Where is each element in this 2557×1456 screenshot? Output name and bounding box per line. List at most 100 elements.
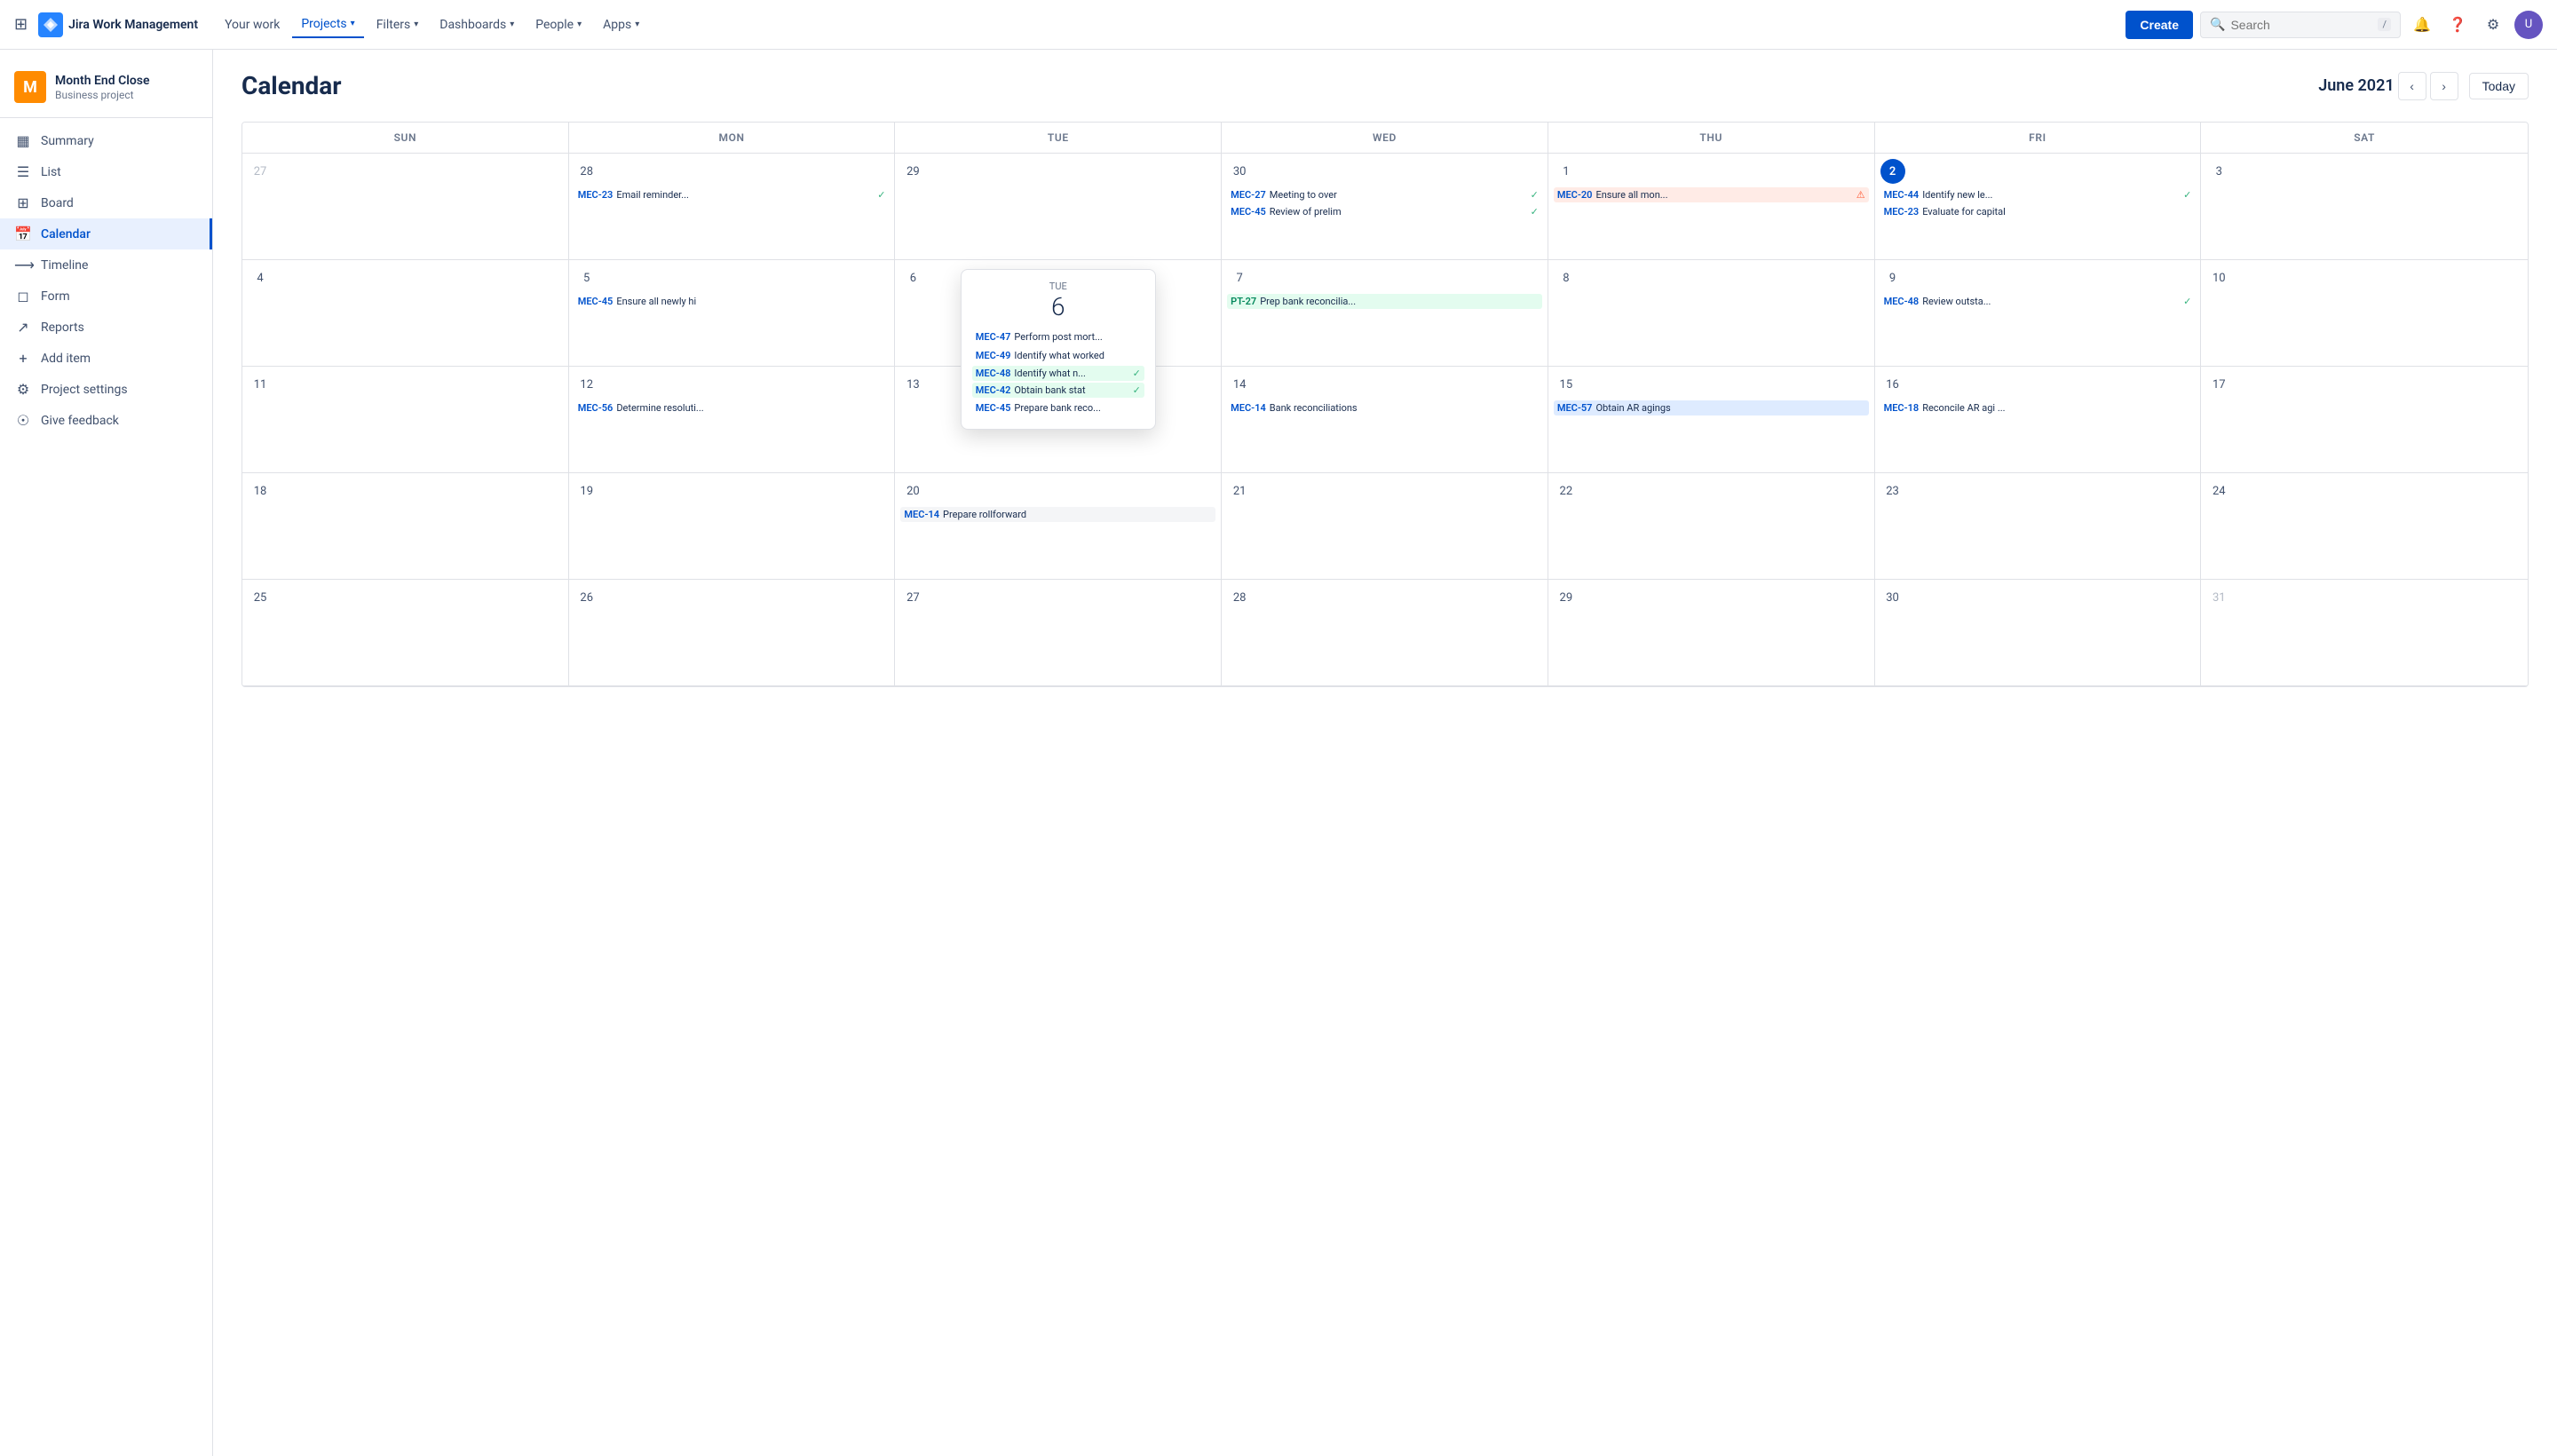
next-month-button[interactable]: › xyxy=(2430,72,2458,100)
cal-cell[interactable]: 29 xyxy=(895,154,1222,260)
popup-event[interactable]: MEC-49 Identify what worked xyxy=(972,347,1144,364)
cal-date: 23 xyxy=(1880,479,1905,503)
cal-cell[interactable]: 24 xyxy=(2201,473,2528,580)
search-input[interactable] xyxy=(2230,18,2372,32)
cal-cell[interactable]: 4 xyxy=(242,260,569,367)
cal-event[interactable]: MEC-23 Evaluate for capital xyxy=(1880,204,2196,219)
create-button[interactable]: Create xyxy=(2126,11,2193,39)
header-mon: MON xyxy=(569,123,896,154)
cal-date: 16 xyxy=(1880,372,1905,397)
cal-cell[interactable]: 14MEC-14 Bank reconciliations xyxy=(1222,367,1548,473)
cal-cell[interactable]: 18 xyxy=(242,473,569,580)
cal-date: 28 xyxy=(574,159,599,184)
cal-event[interactable]: MEC-14 Bank reconciliations xyxy=(1227,400,1542,415)
sidebar-item-reports[interactable]: ↗ Reports xyxy=(0,312,212,343)
sidebar-item-form[interactable]: ◻ Form xyxy=(0,281,212,312)
cal-cell[interactable]: 9MEC-48 Review outsta...✓ xyxy=(1875,260,2202,367)
event-title: Identify what n... xyxy=(1014,368,1086,379)
cal-cell[interactable]: 20MEC-14 Prepare rollforward xyxy=(895,473,1222,580)
event-title: Prep bank reconcilia... xyxy=(1260,296,1356,307)
nav-dashboards[interactable]: Dashboards ▾ xyxy=(431,12,523,37)
layout: M Month End Close Business project ▦ Sum… xyxy=(0,50,2557,1456)
cal-date: 31 xyxy=(2206,585,2231,610)
cal-cell[interactable]: 31 xyxy=(2201,580,2528,686)
prev-month-button[interactable]: ‹ xyxy=(2398,72,2426,100)
nav-projects[interactable]: Projects ▾ xyxy=(292,12,363,38)
cal-cell[interactable]: 10 xyxy=(2201,260,2528,367)
cal-cell[interactable]: 30MEC-27 Meeting to over✓MEC-45 Review o… xyxy=(1222,154,1548,260)
cal-event[interactable]: MEC-56 Determine resoluti... xyxy=(574,400,890,415)
sidebar-item-calendar[interactable]: 📅 Calendar xyxy=(0,218,212,249)
cal-event[interactable]: MEC-48 Review outsta...✓ xyxy=(1880,294,2196,309)
cal-cell[interactable]: 27 xyxy=(895,580,1222,686)
cal-cell[interactable]: 28 xyxy=(1222,580,1548,686)
cal-event[interactable]: MEC-44 Identify new le...✓ xyxy=(1880,187,2196,202)
sidebar-item-list[interactable]: ☰ List xyxy=(0,156,212,187)
cal-cell[interactable]: 6TUE6MEC-47 Perform post mort...MEC-49 I… xyxy=(895,260,1222,367)
popup-event[interactable]: MEC-42 Obtain bank stat✓ xyxy=(972,383,1144,398)
cal-event[interactable]: MEC-27 Meeting to over✓ xyxy=(1227,187,1542,202)
cal-event[interactable]: MEC-18 Reconcile AR agi ... xyxy=(1880,400,2196,415)
sidebar-item-add-item[interactable]: + Add item xyxy=(0,343,212,374)
cal-event[interactable]: MEC-14 Prepare rollforward xyxy=(900,507,1215,522)
today-button[interactable]: Today xyxy=(2469,73,2529,99)
projects-chevron: ▾ xyxy=(351,19,355,28)
help-button[interactable]: ❓ xyxy=(2443,11,2472,39)
cal-cell[interactable]: 15MEC-57 Obtain AR agings xyxy=(1548,367,1875,473)
nav-filters[interactable]: Filters ▾ xyxy=(368,12,428,37)
cal-cell[interactable]: 25 xyxy=(242,580,569,686)
header-fri: FRI xyxy=(1875,123,2202,154)
notifications-button[interactable]: 🔔 xyxy=(2408,11,2436,39)
cal-cell[interactable]: 8 xyxy=(1548,260,1875,367)
cal-cell[interactable]: 17 xyxy=(2201,367,2528,473)
sidebar-item-project-settings[interactable]: ⚙ Project settings xyxy=(0,374,212,405)
nav-your-work[interactable]: Your work xyxy=(216,12,289,37)
settings-button[interactable]: ⚙ xyxy=(2479,11,2507,39)
sidebar-item-label-form: Form xyxy=(41,289,70,304)
nav-people[interactable]: People ▾ xyxy=(526,12,590,37)
cal-cell[interactable]: 21 xyxy=(1222,473,1548,580)
sidebar-item-board[interactable]: ⊞ Board xyxy=(0,187,212,218)
sidebar-item-give-feedback[interactable]: ☉ Give feedback xyxy=(0,405,212,436)
popup-event[interactable]: MEC-47 Perform post mort... xyxy=(972,328,1144,345)
cal-cell[interactable]: 5MEC-45 Ensure all newly hi xyxy=(569,260,896,367)
cal-event[interactable]: MEC-57 Obtain AR agings xyxy=(1554,400,1869,415)
nav-apps[interactable]: Apps ▾ xyxy=(594,12,648,37)
cal-event[interactable]: MEC-23 Email reminder...✓ xyxy=(574,187,890,202)
cal-cell[interactable]: 22 xyxy=(1548,473,1875,580)
grid-icon[interactable]: ⊞ xyxy=(14,15,28,34)
popup-event[interactable]: MEC-48 Identify what n...✓ xyxy=(972,366,1144,381)
cal-cell[interactable]: 27 xyxy=(242,154,569,260)
cal-date: 10 xyxy=(2206,265,2231,290)
cal-cell[interactable]: 2MEC-44 Identify new le...✓MEC-23 Evalua… xyxy=(1875,154,2202,260)
cal-event[interactable]: MEC-45 Ensure all newly hi xyxy=(574,294,890,309)
event-title: Prepare rollforward xyxy=(943,509,1026,520)
cal-cell[interactable]: 1MEC-20 Ensure all mon...⚠ xyxy=(1548,154,1875,260)
popup-event[interactable]: MEC-45 Prepare bank reco... xyxy=(972,400,1144,416)
cal-event[interactable]: PT-27 Prep bank reconcilia... xyxy=(1227,294,1542,309)
user-avatar[interactable]: U xyxy=(2514,11,2543,39)
cal-cell[interactable]: 29 xyxy=(1548,580,1875,686)
cal-date: 21 xyxy=(1227,479,1252,503)
cal-cell[interactable]: 23 xyxy=(1875,473,2202,580)
cal-event[interactable]: MEC-45 Review of prelim✓ xyxy=(1227,204,1542,219)
event-id: MEC-44 xyxy=(1884,189,1920,201)
event-title: Bank reconciliations xyxy=(1270,402,1358,414)
cal-cell[interactable]: 12MEC-56 Determine resoluti... xyxy=(569,367,896,473)
cal-cell[interactable]: 16 MEC-18 Reconcile AR agi ... xyxy=(1875,367,2202,473)
sidebar-item-timeline[interactable]: ⟶ Timeline xyxy=(0,249,212,281)
cal-event[interactable]: MEC-20 Ensure all mon...⚠ xyxy=(1554,187,1869,202)
sidebar-item-summary[interactable]: ▦ Summary xyxy=(0,125,212,156)
dashboards-chevron: ▾ xyxy=(510,20,514,29)
cal-cell[interactable]: 28 MEC-23 Email reminder...✓ xyxy=(569,154,896,260)
cal-cell[interactable]: 30 xyxy=(1875,580,2202,686)
cal-cell[interactable]: 26 xyxy=(569,580,896,686)
search-box[interactable]: 🔍 / xyxy=(2200,12,2401,38)
cal-cell[interactable]: 11 xyxy=(242,367,569,473)
event-title: Perform post mort... xyxy=(1014,331,1102,343)
cal-cell[interactable]: 19 xyxy=(569,473,896,580)
cal-cell[interactable]: 3 xyxy=(2201,154,2528,260)
event-id: MEC-23 xyxy=(1884,206,1920,218)
logo[interactable]: Jira Work Management xyxy=(38,12,198,37)
cal-cell[interactable]: 7PT-27 Prep bank reconcilia... xyxy=(1222,260,1548,367)
